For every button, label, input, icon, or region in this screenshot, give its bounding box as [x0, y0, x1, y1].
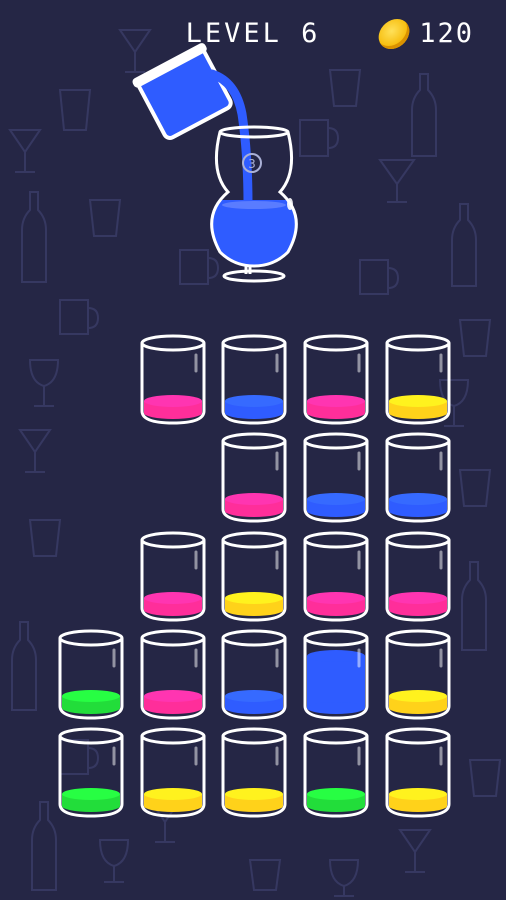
cup-5-5[interactable] — [383, 726, 453, 820]
cup-5-3[interactable] — [219, 726, 289, 820]
glass-rim — [58, 727, 124, 745]
liquid-bottom — [225, 505, 283, 517]
liquid-bottom — [144, 604, 202, 616]
liquid-surface — [62, 788, 120, 800]
target-glass — [210, 125, 298, 283]
cup-1-4[interactable] — [301, 333, 371, 427]
liquid-surface — [389, 592, 447, 604]
liquid-surface — [389, 493, 447, 505]
glass-rim — [140, 334, 206, 352]
cup-1-3[interactable] — [219, 333, 289, 427]
glass-rim — [303, 531, 369, 549]
glass-rim — [385, 727, 451, 745]
cup-4-4[interactable] — [301, 628, 371, 722]
liquid-surface — [144, 395, 202, 407]
liquid-surface — [389, 788, 447, 800]
liquid-bottom — [307, 604, 365, 616]
liquid-bottom — [307, 505, 365, 517]
liquid-surface — [225, 395, 283, 407]
cup-2-4[interactable] — [301, 431, 371, 525]
cup-1-5[interactable] — [383, 333, 453, 427]
cup-5-4[interactable] — [301, 726, 371, 820]
glass-rim — [221, 531, 287, 549]
cup-4-5[interactable] — [383, 628, 453, 722]
liquid-bottom — [307, 702, 365, 714]
liquid-surface — [225, 788, 283, 800]
cup-4-3[interactable] — [219, 628, 289, 722]
cup-4-1[interactable] — [56, 628, 126, 722]
liquid-surface — [225, 493, 283, 505]
cup-3-3[interactable] — [219, 530, 289, 624]
liquid-bottom — [389, 604, 447, 616]
glass-rim — [303, 727, 369, 745]
glass-rim — [221, 432, 287, 450]
cup-3-5[interactable] — [383, 530, 453, 624]
liquid-surface — [307, 592, 365, 604]
glass-rim — [140, 629, 206, 647]
liquid-bottom — [144, 407, 202, 419]
liquid-surface — [144, 592, 202, 604]
glass-rim — [221, 629, 287, 647]
pour-scene: 3 — [132, 43, 298, 283]
glass-rim — [385, 334, 451, 352]
liquid-surface — [225, 592, 283, 604]
cup-2-5[interactable] — [383, 431, 453, 525]
liquid-bottom — [225, 407, 283, 419]
glass-rim — [385, 531, 451, 549]
liquid-bottom — [307, 800, 365, 812]
liquid-bottom — [389, 702, 447, 714]
cup-5-2[interactable] — [138, 726, 208, 820]
liquid-layer — [307, 656, 365, 708]
cup-4-2[interactable] — [138, 628, 208, 722]
glass-rim — [385, 629, 451, 647]
liquid-bottom — [144, 800, 202, 812]
glass-rim — [303, 432, 369, 450]
liquid-bottom — [144, 702, 202, 714]
glass-rim — [303, 334, 369, 352]
liquid-bottom — [225, 702, 283, 714]
cup-3-2[interactable] — [138, 530, 208, 624]
liquid-bottom — [307, 407, 365, 419]
glass-rim — [58, 629, 124, 647]
liquid-surface — [307, 788, 365, 800]
liquid-surface — [307, 650, 365, 662]
liquid-bottom — [225, 800, 283, 812]
liquid-bottom — [225, 604, 283, 616]
glass-rim — [140, 727, 206, 745]
liquid-surface — [144, 690, 202, 702]
cup-5-1[interactable] — [56, 726, 126, 820]
liquid-surface — [389, 690, 447, 702]
glass-rim — [303, 629, 369, 647]
cup-1-2[interactable] — [138, 333, 208, 427]
liquid-bottom — [389, 505, 447, 517]
liquid-bottom — [389, 407, 447, 419]
liquid-surface — [389, 395, 447, 407]
liquid-bottom — [62, 702, 120, 714]
glass-rim — [385, 432, 451, 450]
glass-rim — [221, 727, 287, 745]
liquid-surface — [225, 690, 283, 702]
liquid-surface — [307, 395, 365, 407]
cup-2-3[interactable] — [219, 431, 289, 525]
liquid-surface — [307, 493, 365, 505]
liquid-bottom — [62, 800, 120, 812]
glass-badge-number: 3 — [248, 157, 256, 171]
liquid-surface — [144, 788, 202, 800]
glass-rim — [140, 531, 206, 549]
liquid-surface — [62, 690, 120, 702]
cup-3-4[interactable] — [301, 530, 371, 624]
pouring-cup — [132, 43, 233, 140]
liquid-bottom — [389, 800, 447, 812]
glass-rim — [221, 334, 287, 352]
